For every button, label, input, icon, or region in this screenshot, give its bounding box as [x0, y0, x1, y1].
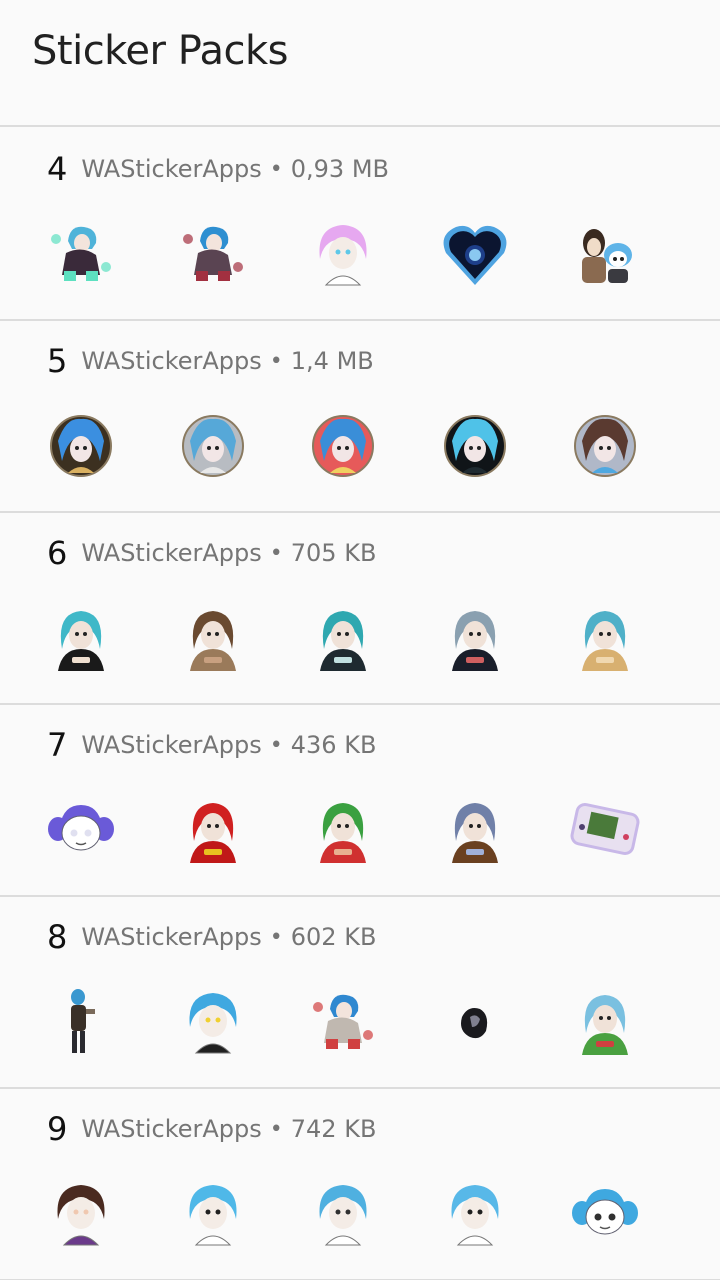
separator-dot: •	[269, 348, 283, 374]
sticker-preview-strip	[0, 219, 720, 299]
pack-size: 742 KB	[290, 1115, 377, 1143]
grey-round-portrait	[178, 411, 248, 481]
messy-blue-hair-sticker	[308, 1179, 378, 1249]
pack-publisher: WAStickerApps	[81, 347, 262, 375]
pack-header: 4 WAStickerApps • 0,93 MB	[47, 149, 389, 189]
pack-header: 9 WAStickerApps • 742 KB	[47, 1109, 376, 1149]
sticker-pack-row[interactable]: 4 WAStickerApps • 0,93 MB	[0, 129, 720, 321]
sticker-pack-row[interactable]: 9 WAStickerApps • 742 KB	[0, 1089, 720, 1280]
pack-name: 5	[47, 342, 68, 380]
girl-teal-aura-sticker	[46, 219, 116, 289]
pack-size: 436 KB	[290, 731, 377, 759]
pack-publisher: WAStickerApps	[81, 731, 262, 759]
sad-teal-girl-sticker	[308, 603, 378, 673]
sticker-preview-strip	[0, 1179, 720, 1259]
sticker-preview-strip	[0, 987, 720, 1067]
sticker-pack-row[interactable]: 8 WAStickerApps • 602 KB	[0, 897, 720, 1089]
smile-shirt-girl-sticker	[46, 603, 116, 673]
sticker-pack-row[interactable]: 5 WAStickerApps • 1,4 MB	[0, 321, 720, 513]
pack-name: 6	[47, 534, 68, 572]
boy-crouching-sticker	[178, 219, 248, 289]
masked-blue-hair-sticker	[178, 1179, 248, 1249]
dark-round-portrait	[440, 411, 510, 481]
pack-name: 8	[47, 918, 68, 956]
red-hood-text-sticker	[178, 795, 248, 865]
sunflower-girl-sticker	[178, 987, 248, 1057]
two-friends-sticker	[570, 219, 640, 289]
small-sitting-sticker	[308, 987, 378, 1057]
pack-publisher: WAStickerApps	[81, 155, 262, 183]
separator-dot: •	[269, 924, 283, 950]
pack-size: 705 KB	[290, 539, 377, 567]
page-title: Sticker Packs	[32, 28, 289, 74]
sticker-preview-strip	[0, 795, 720, 875]
separator-dot: •	[269, 540, 283, 566]
pink-hair-girl-sticker	[308, 219, 378, 289]
blue-heart-badge-sticker	[440, 219, 510, 289]
pack-publisher: WAStickerApps	[81, 1115, 262, 1143]
blue-pigtails-sticker	[570, 1179, 640, 1249]
pack-size: 0,93 MB	[290, 155, 390, 183]
pack-header: 6 WAStickerApps • 705 KB	[47, 533, 376, 573]
sticker-preview-strip	[0, 411, 720, 491]
long-hair-man-sticker	[178, 603, 248, 673]
girl-holding-cat-sticker	[570, 603, 640, 673]
blue-hair-round-portrait	[46, 411, 116, 481]
brown-hair-girl-sticker	[46, 1179, 116, 1249]
sticker-preview-strip	[0, 603, 720, 683]
sticker-pack-row[interactable]: 7 WAStickerApps • 436 KB	[0, 705, 720, 897]
pack-name: 4	[47, 150, 68, 188]
pack-header: 8 WAStickerApps • 602 KB	[47, 917, 376, 957]
pack-size: 1,4 MB	[290, 347, 374, 375]
pack-publisher: WAStickerApps	[81, 923, 262, 951]
pack-name: 7	[47, 726, 68, 764]
pack-name: 9	[47, 1110, 68, 1148]
sticker-pack-row[interactable]: 6 WAStickerApps • 705 KB	[0, 513, 720, 705]
girl-with-cake-sticker	[440, 795, 510, 865]
pack-header: 5 WAStickerApps • 1,4 MB	[47, 341, 374, 381]
purple-pigtails-sticker	[46, 795, 116, 865]
separator-dot: •	[269, 1116, 283, 1142]
app-bar: Sticker Packs	[0, 0, 720, 127]
standing-figure-sticker	[46, 987, 116, 1057]
separator-dot: •	[269, 732, 283, 758]
green-dress-sticker	[570, 987, 640, 1057]
gameboy-console-sticker	[570, 795, 640, 865]
pack-size: 602 KB	[290, 923, 377, 951]
dark-blob-sticker	[440, 987, 510, 1057]
green-hair-boy-sticker	[308, 795, 378, 865]
mask-round-portrait	[308, 411, 378, 481]
hooded-figure-sticker	[440, 603, 510, 673]
separator-dot: •	[269, 156, 283, 182]
pack-header: 7 WAStickerApps • 436 KB	[47, 725, 376, 765]
duo-round-portrait	[570, 411, 640, 481]
bun-hair-sticker	[440, 1179, 510, 1249]
pack-publisher: WAStickerApps	[81, 539, 262, 567]
